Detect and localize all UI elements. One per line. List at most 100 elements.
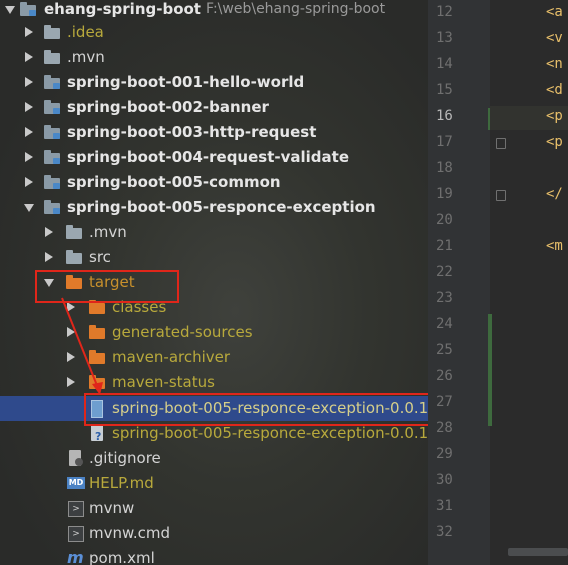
line-number: 20: [436, 212, 453, 228]
line-number: 17: [436, 134, 453, 150]
maven-pom-icon: m: [67, 548, 84, 565]
code-line: <a: [546, 4, 563, 20]
tree-label-module: spring-boot-001-hello-world: [67, 73, 305, 91]
chevron-right-icon[interactable]: [25, 52, 33, 62]
tree-label-sub-mvn: .mvn: [89, 223, 127, 241]
code-line: <v: [546, 30, 563, 46]
chevron-right-icon[interactable]: [25, 102, 33, 112]
line-number: 28: [436, 420, 453, 436]
tree-label-pom: pom.xml: [89, 549, 155, 565]
chevron-right-icon[interactable]: [25, 177, 33, 187]
chevron-right-icon[interactable]: [67, 352, 75, 362]
folder-icon: [44, 50, 60, 64]
line-number: 13: [436, 30, 453, 46]
tree-label-maven-status: maven-status: [112, 373, 215, 391]
tree-row-src[interactable]: src: [0, 245, 428, 270]
module-folder-icon: [44, 75, 60, 89]
tree-row-module-002[interactable]: spring-boot-002-banner: [0, 95, 428, 120]
line-number-current: 16: [436, 108, 453, 124]
chevron-right-icon[interactable]: [45, 227, 53, 237]
tree-label-module: spring-boot-002-banner: [67, 98, 269, 116]
project-tree: ehang-spring-boot F:\web\ehang-spring-bo…: [0, 0, 547, 565]
line-number: 19: [436, 186, 453, 202]
tree-row-gitignore[interactable]: .gitignore: [0, 446, 428, 471]
chevron-down-icon[interactable]: [5, 6, 15, 14]
tree-label-gitignore: .gitignore: [89, 449, 161, 467]
question-mark-glyph: ?: [95, 430, 102, 443]
chevron-right-icon[interactable]: [25, 77, 33, 87]
module-folder-icon: [44, 150, 60, 164]
tree-row-module-003[interactable]: spring-boot-003-http-request: [0, 120, 428, 145]
chevron-right-icon[interactable]: [67, 377, 75, 387]
tree-label-maven-archiver: maven-archiver: [112, 348, 231, 366]
folder-icon: [89, 325, 105, 339]
tree-row-root[interactable]: ehang-spring-boot F:\web\ehang-spring-bo…: [0, 0, 428, 22]
tree-row-module-001[interactable]: spring-boot-001-hello-world: [0, 70, 428, 95]
chevron-right-icon[interactable]: [25, 127, 33, 137]
code-line: <p: [546, 108, 563, 124]
tree-label-generated-sources: generated-sources: [112, 323, 253, 341]
chevron-right-icon[interactable]: [25, 152, 33, 162]
chevron-right-icon[interactable]: [25, 27, 33, 37]
line-number: 31: [436, 498, 453, 514]
tree-label-help: HELP.md: [89, 474, 154, 492]
tree-label-module: spring-boot-005-responce-exception: [67, 198, 376, 216]
line-number: 24: [436, 316, 453, 332]
tree-row-mvnw-cmd[interactable]: > mvnw.cmd: [0, 521, 428, 546]
code-line: </: [546, 186, 563, 202]
module-folder-icon: [44, 175, 60, 189]
tree-row-pom[interactable]: m pom.xml: [0, 546, 428, 565]
code-line: <d: [546, 82, 563, 98]
tree-row-mvn[interactable]: .mvn: [0, 45, 428, 70]
chevron-right-icon[interactable]: [67, 327, 75, 337]
tree-label-module: spring-boot-003-http-request: [67, 123, 317, 141]
tree-row-maven-status[interactable]: maven-status: [0, 370, 428, 395]
line-number: 18: [436, 160, 453, 176]
shell-script-icon: >: [68, 526, 84, 542]
line-number: 26: [436, 368, 453, 384]
tree-row-sub-mvn[interactable]: .mvn: [0, 220, 428, 245]
module-folder-icon: [44, 100, 60, 114]
folder-icon: [89, 350, 105, 364]
ide-window: { "project": { "root_name": "ehang-sprin…: [0, 0, 568, 565]
tree-label-src: src: [89, 248, 111, 266]
tree-label-mvnw: mvnw: [89, 499, 135, 517]
code-editor[interactable]: 12 13 14 15 16 17 18 19 20 21 22 23 24 2…: [428, 0, 568, 565]
code-line: <n: [546, 56, 563, 72]
markdown-file-icon: MD: [67, 477, 85, 489]
line-number: 23: [436, 290, 453, 306]
tree-row-mvnw[interactable]: > mvnw: [0, 496, 428, 521]
fold-marker-icon[interactable]: [496, 190, 506, 201]
fold-marker-icon[interactable]: [496, 138, 506, 149]
tree-row-help[interactable]: MD HELP.md: [0, 471, 428, 496]
code-line: <p: [546, 134, 563, 150]
tree-row-maven-archiver[interactable]: maven-archiver: [0, 345, 428, 370]
tree-row-module-005-common[interactable]: spring-boot-005-common: [0, 170, 428, 195]
vcs-change-marker: [488, 314, 492, 426]
tree-label-idea: .idea: [67, 23, 104, 41]
module-folder-icon: [44, 125, 60, 139]
chevron-right-icon[interactable]: [67, 302, 75, 312]
line-number: 29: [436, 446, 453, 462]
git-badge-glyph: [75, 458, 83, 466]
tree-row-module-005-exception[interactable]: spring-boot-005-responce-exception: [0, 195, 428, 220]
line-number: 12: [436, 4, 453, 20]
line-number: 22: [436, 264, 453, 280]
chevron-right-icon[interactable]: [45, 252, 53, 262]
line-number: 27: [436, 394, 453, 410]
highlight-box-target: [35, 270, 179, 303]
shell-script-icon: >: [68, 501, 84, 517]
tree-row-idea[interactable]: .idea: [0, 20, 428, 45]
tree-label-mvn: .mvn: [67, 48, 105, 66]
tree-row-module-004[interactable]: spring-boot-004-request-validate: [0, 145, 428, 170]
module-folder-icon: [20, 2, 36, 16]
tree-row-generated-sources[interactable]: generated-sources: [0, 320, 428, 345]
root-project-path: F:\web\ehang-spring-boot: [206, 1, 386, 17]
folder-icon: [44, 25, 60, 39]
tree-label-jar-original: spring-boot-005-responce-exception-0.0.1: [112, 424, 429, 442]
line-number: 32: [436, 524, 453, 540]
chevron-down-icon[interactable]: [24, 204, 34, 212]
module-folder-icon: [44, 200, 60, 214]
horizontal-scrollbar[interactable]: [508, 548, 568, 556]
folder-icon: [66, 225, 82, 239]
